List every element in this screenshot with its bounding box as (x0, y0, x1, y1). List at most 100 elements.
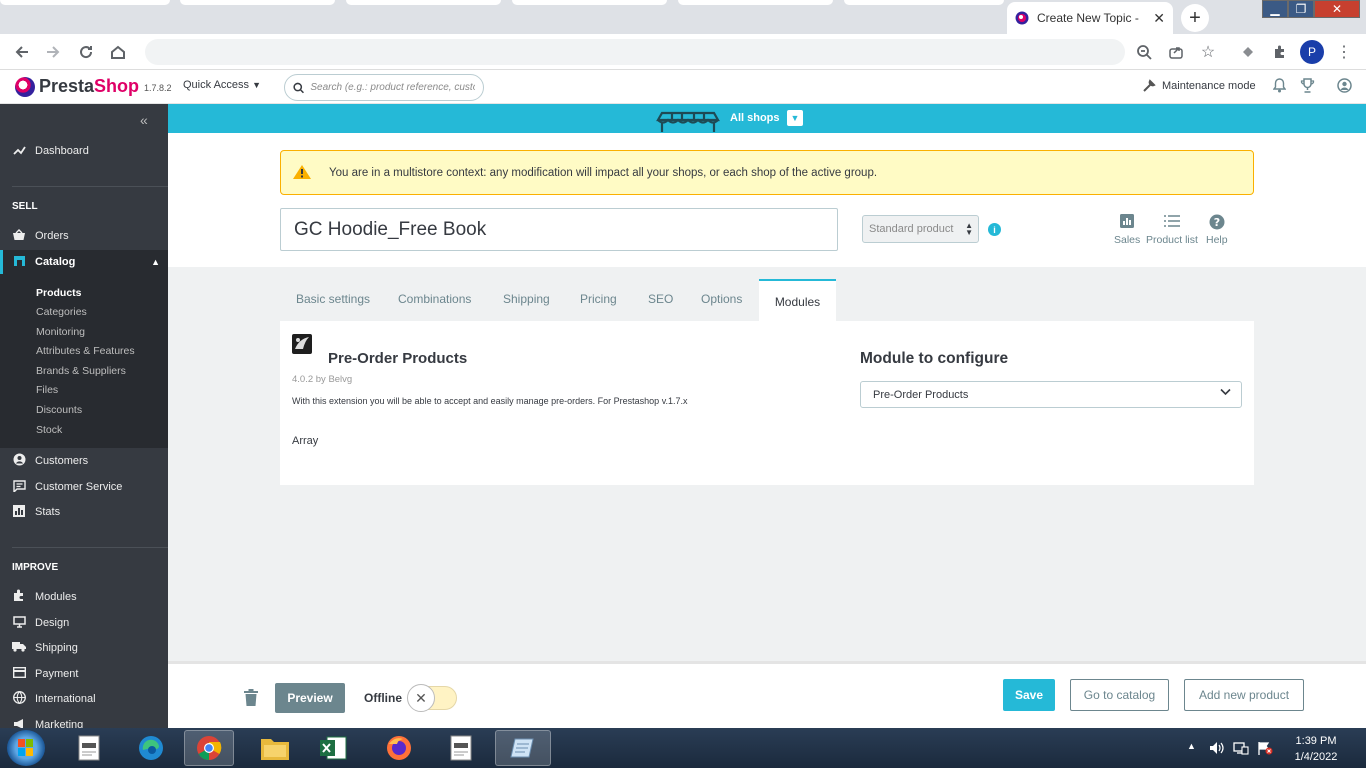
search-input[interactable]: Search (e.g.: product reference, custon (284, 74, 484, 101)
clock-date: 1/4/2022 (1294, 751, 1338, 763)
sidebar-subitem-monitoring[interactable]: Monitoring (36, 326, 85, 338)
quick-access-dropdown[interactable]: Quick Access ▼ (183, 79, 261, 91)
sidebar-section-sell: SELL (12, 201, 38, 212)
sidebar-item-design[interactable]: Design (0, 611, 168, 635)
notifications-bell-icon[interactable] (1272, 78, 1287, 96)
close-tab-icon[interactable]: ✕ (1153, 10, 1165, 27)
taskbar-app-edge[interactable] (126, 730, 176, 766)
back-icon[interactable] (12, 42, 32, 62)
trophy-icon[interactable] (1300, 78, 1315, 96)
profile-avatar[interactable]: P (1300, 40, 1324, 64)
start-button[interactable] (7, 730, 45, 766)
product-type-select[interactable]: Standard product ▲ ▼ (862, 215, 979, 243)
sidebar-subitem-brands-suppliers[interactable]: Brands & Suppliers (36, 365, 126, 377)
volume-icon[interactable] (1209, 741, 1225, 758)
sidebar-subitem-files[interactable]: Files (36, 384, 58, 396)
sidebar-subitem-products[interactable]: Products (36, 287, 82, 299)
prestashop-logo[interactable]: PrestaShop (15, 76, 139, 97)
tab-pricing[interactable]: Pricing (580, 292, 617, 306)
taskbar-app-excel[interactable] (308, 730, 358, 766)
taskbar-app-file-explorer[interactable] (250, 730, 300, 766)
store-icon (12, 255, 26, 270)
module-to-configure-select[interactable]: Pre-Order Products (860, 381, 1242, 408)
browser-tab[interactable] (180, 0, 335, 5)
sidebar-subitem-attributes-features[interactable]: Attributes & Features (36, 345, 135, 357)
home-icon[interactable] (108, 42, 128, 62)
tab-seo[interactable]: SEO (648, 292, 673, 306)
extensions-puzzle-icon[interactable] (1270, 42, 1290, 62)
help-link[interactable]: ? Help (1206, 214, 1228, 246)
sidebar-item-customers[interactable]: Customers (0, 449, 168, 473)
sidebar-item-shipping[interactable]: Shipping (0, 636, 168, 660)
employee-account-icon[interactable] (1337, 78, 1352, 96)
address-bar[interactable] (145, 39, 1125, 65)
taskbar-app-document[interactable] (64, 730, 114, 766)
taskbar-app-chrome[interactable] (184, 730, 234, 766)
minimize-window-button[interactable]: ▁ (1262, 0, 1288, 18)
sidebar-item-label: International (35, 693, 96, 705)
sidebar-item-orders[interactable]: Orders (0, 224, 168, 248)
toggle-off-icon[interactable]: ✕ (407, 684, 435, 712)
sidebar-item-marketing[interactable]: Marketing (0, 713, 168, 728)
active-browser-tab[interactable]: Create New Topic - ✕ (1007, 2, 1173, 34)
taskbar-clock[interactable]: 1:39 PM 1/4/2022 (1288, 733, 1344, 765)
browser-tab[interactable] (512, 0, 667, 5)
forward-icon[interactable] (43, 42, 63, 62)
admin-header: PrestaShop 1.7.8.2 Quick Access ▼ Search… (0, 70, 1366, 104)
sidebar-item-label: Orders (35, 230, 69, 242)
chevron-up-icon: ▲ (151, 257, 160, 267)
truck-icon (12, 641, 26, 655)
sidebar-item-customer-service[interactable]: Customer Service (0, 475, 168, 499)
sidebar-item-dashboard[interactable]: Dashboard (0, 139, 168, 163)
save-button[interactable]: Save (1003, 679, 1055, 711)
product-list-link[interactable]: Product list (1146, 214, 1198, 246)
delete-trash-icon[interactable] (244, 689, 258, 706)
sales-link[interactable]: Sales (1114, 214, 1140, 246)
browser-tab[interactable] (346, 0, 501, 5)
extension-icon[interactable] (1238, 42, 1258, 62)
collapse-sidebar-icon[interactable]: « (140, 112, 148, 128)
tab-basic-settings[interactable]: Basic settings (296, 292, 370, 306)
sidebar-item-catalog[interactable]: Catalog ▲ (0, 250, 168, 274)
tab-modules[interactable]: Modules (759, 279, 836, 322)
sidebar-item-international[interactable]: International (0, 687, 168, 711)
maintenance-mode-link[interactable]: Maintenance mode (1142, 79, 1256, 93)
sidebar-item-payment[interactable]: Payment (0, 662, 168, 686)
new-tab-button[interactable]: + (1181, 4, 1209, 32)
share-icon[interactable] (1166, 42, 1186, 62)
browser-tab[interactable] (844, 0, 1004, 5)
sidebar-subitem-stock[interactable]: Stock (36, 424, 62, 436)
reload-icon[interactable] (76, 42, 96, 62)
shop-selector-label[interactable]: All shops (730, 112, 780, 124)
browser-toolbar: ☆ P ⋮ (0, 34, 1366, 70)
restore-window-button[interactable]: ❐ (1288, 0, 1314, 18)
shop-selector-dropdown-icon[interactable]: ▼ (787, 110, 803, 126)
go-to-catalog-button[interactable]: Go to catalog (1070, 679, 1169, 711)
brand-suffix: Shop (94, 76, 140, 96)
bookmark-star-icon[interactable]: ☆ (1198, 42, 1218, 62)
select-arrows-icon: ▲ ▼ (965, 221, 973, 237)
sidebar-item-stats[interactable]: Stats (0, 500, 168, 524)
info-icon[interactable]: i (988, 223, 1001, 236)
network-icon[interactable] (1233, 741, 1249, 758)
sidebar-subitem-categories[interactable]: Categories (36, 306, 87, 318)
preview-button[interactable]: Preview (275, 683, 345, 713)
zoom-icon[interactable] (1134, 42, 1154, 62)
tab-shipping[interactable]: Shipping (503, 292, 550, 306)
sidebar-subitem-discounts[interactable]: Discounts (36, 404, 82, 416)
excel-icon (320, 736, 347, 760)
browser-tab[interactable] (0, 0, 170, 5)
tab-combinations[interactable]: Combinations (398, 292, 471, 306)
sidebar-item-modules[interactable]: Modules (0, 585, 168, 609)
taskbar-app-firefox[interactable] (374, 730, 424, 766)
taskbar-app-document-2[interactable] (436, 730, 486, 766)
action-center-flag-icon[interactable] (1257, 741, 1273, 758)
product-name-input[interactable]: GC Hoodie_Free Book (280, 208, 838, 251)
close-window-button[interactable]: ✕ (1314, 0, 1360, 18)
add-new-product-button[interactable]: Add new product (1184, 679, 1304, 711)
more-menu-icon[interactable]: ⋮ (1334, 42, 1354, 62)
browser-tab[interactable] (678, 0, 833, 5)
tab-options[interactable]: Options (701, 292, 742, 306)
taskbar-app-notepad[interactable] (495, 730, 551, 766)
show-hidden-icons-icon[interactable]: ▲ (1187, 741, 1196, 751)
